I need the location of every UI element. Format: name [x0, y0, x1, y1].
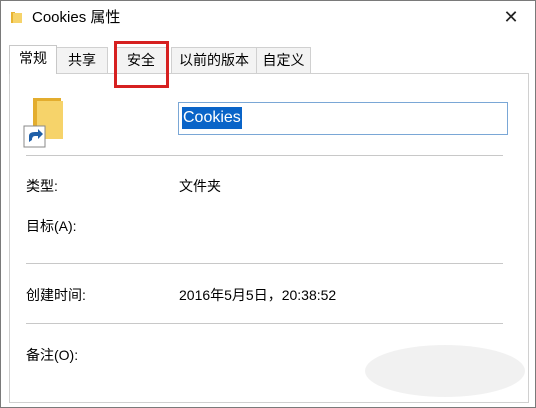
created-value: 2016年5月5日，20:38:52 — [179, 287, 337, 303]
divider — [26, 323, 503, 324]
tab-previous-versions[interactable]: 以前的版本 — [171, 47, 257, 73]
folder-name-selected-text: Cookies — [182, 107, 242, 129]
folder-name-input[interactable]: Cookies — [178, 102, 508, 135]
created-label: 创建时间: — [26, 287, 86, 303]
close-icon: ✕ — [503, 6, 519, 27]
watermark-logo — [365, 345, 525, 397]
divider — [26, 263, 503, 264]
tab-sharing[interactable]: 共享 — [56, 47, 108, 73]
title-bar[interactable]: Cookies 属性 ✕ — [1, 1, 535, 35]
tab-general[interactable]: 常规 — [9, 45, 57, 74]
divider — [26, 155, 503, 156]
tab-security[interactable]: 安全 — [115, 47, 167, 73]
window-title: Cookies 属性 — [32, 9, 121, 26]
folder-icon — [11, 12, 22, 23]
tab-customize[interactable]: 自定义 — [256, 47, 311, 73]
type-value: 文件夹 — [179, 178, 221, 194]
properties-window: Cookies 属性 ✕ 常规 共享 安全 以前的版本 自定义 Cookies … — [0, 0, 536, 408]
target-label: 目标(A): — [26, 218, 77, 234]
close-button[interactable]: ✕ — [493, 1, 529, 33]
type-label: 类型: — [26, 178, 58, 194]
comment-label: 备注(O): — [26, 347, 79, 363]
folder-shortcut-icon — [23, 98, 63, 148]
